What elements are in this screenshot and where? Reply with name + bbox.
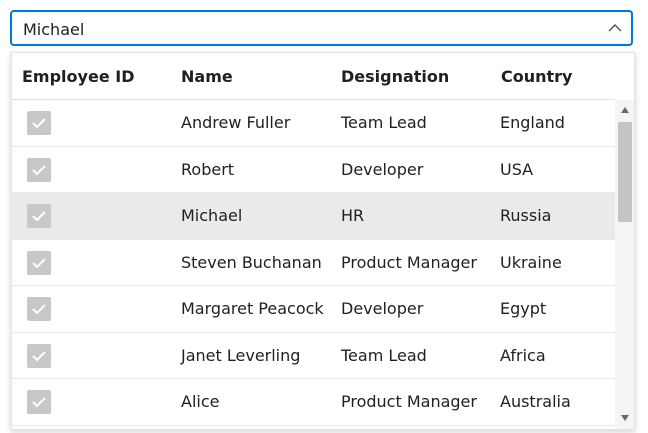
chevron-up-icon[interactable] [608,23,622,33]
row-checkbox[interactable] [27,250,51,275]
row-country: England [500,113,565,132]
row-checkbox[interactable] [27,297,51,321]
checkmark-icon [32,164,46,175]
row-name: Michael [181,206,243,225]
row-designation: Developer [341,159,424,179]
scroll-up-arrow-icon[interactable] [620,106,630,114]
row-name: Janet Leverling [181,345,301,365]
table-row[interactable]: Janet Leverling Team Lead Africa [12,333,615,379]
row-designation: HR [341,206,365,225]
table-row[interactable]: Steven Buchanan Product Manager Ukraine [12,240,615,286]
table-row[interactable]: Robert Developer USA [12,147,615,193]
checkmark-icon [32,304,46,315]
table-row[interactable]: Andrew Fuller Team Lead England [12,100,615,147]
scroll-down-arrow-icon[interactable] [620,414,630,422]
row-name: Robert [181,159,235,179]
checkmark-icon [32,397,46,408]
checkmark-icon [32,211,46,222]
row-checkbox[interactable] [27,390,51,414]
row-designation: Product Manager [341,392,477,411]
header-country[interactable]: Country [501,53,572,100]
row-name: Steven Buchanan [181,252,322,272]
grid-rows: Andrew Fuller Team Lead England Robert Devel… [12,100,615,429]
row-country: USA [500,159,534,179]
header-designation[interactable]: Designation [341,53,449,100]
row-designation: Product Manager [341,252,477,272]
table-row[interactable]: Margaret Peacock Developer Egypt [12,286,615,333]
employee-combobox[interactable]: Michael [10,10,633,46]
header-name[interactable]: Name [181,53,233,100]
grid-header: Employee ID Name Designation Country [12,53,615,100]
row-name: Margaret Peacock [181,299,324,318]
row-designation: Developer [341,299,424,318]
row-checkbox[interactable] [27,111,51,135]
row-country: Egypt [500,299,547,318]
row-country: Ukraine [500,252,562,272]
header-employee-id[interactable]: Employee ID [22,53,134,100]
row-name: Andrew Fuller [181,113,291,132]
row-country: Africa [500,345,546,365]
vertical-scrollbar[interactable] [615,100,634,429]
dropdown-popup: Employee ID Name Designation Country And… [11,52,635,430]
row-checkbox[interactable] [27,343,51,368]
row-designation: Team Lead [341,345,427,365]
row-checkbox[interactable] [27,157,51,182]
row-country: Australia [500,392,571,411]
row-country: Russia [500,206,552,225]
scrollbar-thumb[interactable] [618,122,632,222]
row-name: Alice [181,392,220,411]
row-checkbox[interactable] [27,204,51,228]
checkmark-icon [32,257,46,268]
table-row[interactable]: Michael HR Russia [12,193,615,240]
checkmark-icon [32,350,46,361]
table-row[interactable]: Alice Product Manager Australia [12,379,615,426]
row-designation: Team Lead [341,113,427,132]
combobox-value: Michael [23,20,85,39]
checkmark-icon [32,118,46,129]
